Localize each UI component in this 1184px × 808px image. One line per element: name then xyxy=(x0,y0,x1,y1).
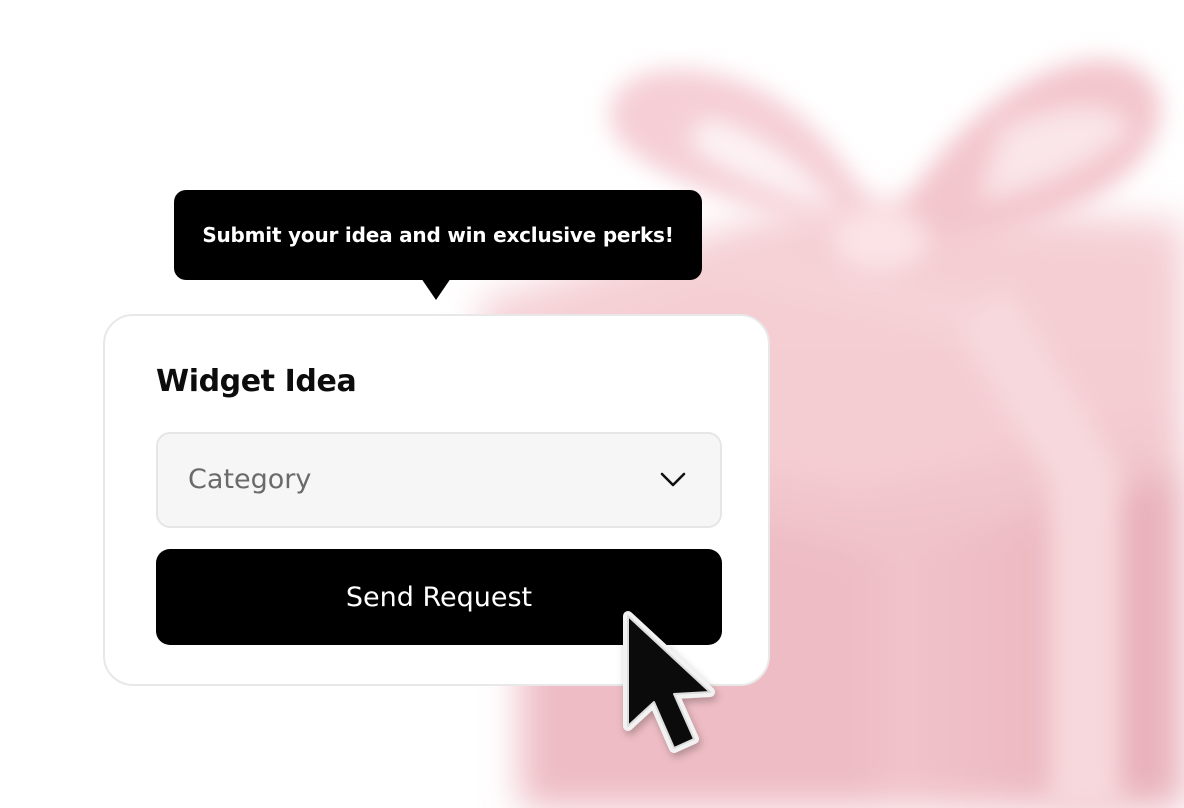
category-select[interactable]: Category xyxy=(156,432,722,528)
send-request-label: Send Request xyxy=(345,581,533,613)
perks-tooltip: Submit your idea and win exclusive perks… xyxy=(174,190,702,280)
mouse-cursor-icon xyxy=(623,611,715,753)
tooltip-text: Submit your idea and win exclusive perks… xyxy=(202,223,674,247)
chevron-down-icon xyxy=(660,472,686,487)
form-title: Widget Idea xyxy=(156,364,357,399)
category-select-value: Category xyxy=(188,464,312,495)
tooltip-arrow xyxy=(421,278,451,300)
